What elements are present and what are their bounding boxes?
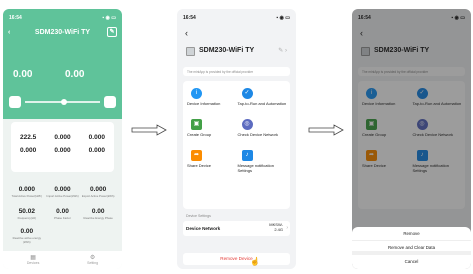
meter-icon xyxy=(186,47,195,56)
measure-row-4: 50.02 Frequency(Hz) 0.00 Phase Factor 0.00… xyxy=(9,208,116,220)
function-grid: i Device Information ✓ Tap-to-Run and Auto… xyxy=(183,81,290,209)
power-slider[interactable] xyxy=(9,95,116,109)
frequency-value: 50.02 xyxy=(18,208,35,215)
measurement-card: 222.5 0.000 0.000 0.000 0.000 0.000 xyxy=(11,122,114,172)
action-sheet: Remove Remove and Clear Data Cancel xyxy=(352,227,471,269)
device-settings-heading: Device Settings xyxy=(186,214,211,218)
panel-title: SDM230-WiFi TY xyxy=(34,29,91,36)
pointer-hand-icon: ☝ xyxy=(250,257,260,266)
check-icon: ✓ xyxy=(241,88,253,99)
phase-factor-value: 0.00 xyxy=(56,208,69,215)
reactive-power-value: 0.000 xyxy=(20,147,37,154)
status-bar: 16:54 ▪ ◉ ▭ xyxy=(9,15,116,22)
edit-name-icon[interactable]: ✎ › xyxy=(278,47,287,54)
cancel-option[interactable]: Cancel xyxy=(352,255,471,269)
check-network-button[interactable]: ◎ Check Device Network xyxy=(237,114,288,145)
arrow-right-icon xyxy=(308,124,344,136)
gear-icon: ⚙ xyxy=(89,255,96,261)
measure-row-2: 0.000 0.000 0.000 xyxy=(11,147,114,154)
notification-settings-button[interactable]: ♪ Message notification Settings xyxy=(237,145,288,176)
status-icons: ▪ ◉ ▭ xyxy=(102,15,116,21)
arrow-right-icon xyxy=(131,124,167,136)
export-active-label: Export Active Power(kWh) xyxy=(81,194,115,198)
voltage-value: 222.5 xyxy=(20,134,37,141)
apparent-power-value: 0.000 xyxy=(54,147,71,154)
total-active-value: 0.000 xyxy=(18,186,35,193)
measure-row-1: 222.5 0.000 0.000 xyxy=(11,134,114,141)
reactive-active-energy-label: Reactive active energy (kWh) xyxy=(12,236,41,244)
phone-screen-device-panel: 16:54 ▪ ◉ ▭ ‹ SDM230-WiFi TY ✎ 0.00 0.00… xyxy=(3,9,122,269)
power-factor-value: 0.000 xyxy=(88,147,105,154)
import-active-value: 0.000 xyxy=(54,186,71,193)
device-network-label: Device Network xyxy=(186,226,221,231)
top-value-left: 0.00 xyxy=(13,69,33,80)
create-group-button[interactable]: ▣ Create Group xyxy=(186,114,237,145)
phase-factor-label: Phase Factor xyxy=(54,216,71,220)
chevron-right-icon: › xyxy=(286,225,288,231)
import-active-label: Import Active Power(kWh) xyxy=(46,194,79,198)
phone-screen-remove-sheet: 16:54 ▪ ◉ ▭ ‹ SDM230-WiFi TY The miniApp… xyxy=(352,9,471,269)
reactive-energy-value: 0.00 xyxy=(91,208,105,215)
network-icon: ◎ xyxy=(241,119,253,130)
info-icon: i xyxy=(191,88,202,99)
remove-option[interactable]: Remove xyxy=(352,227,471,241)
reactive-energy-label: Reactive Energy Phase xyxy=(83,216,113,220)
current-value: 0.000 xyxy=(54,134,71,141)
share-icon: ➦ xyxy=(191,150,202,161)
tap-to-run-button[interactable]: ✓ Tap-to-Run and Automation xyxy=(237,83,288,114)
bottom-nav: ▦ Devices ⚙ Setting xyxy=(3,251,122,269)
back-icon[interactable]: ‹ xyxy=(185,28,188,38)
share-device-button[interactable]: ➦ Share Device xyxy=(186,145,237,176)
frequency-label: Frequency(Hz) xyxy=(17,216,37,220)
measure-row-5: 0.00 Reactive active energy (kWh) xyxy=(9,228,116,244)
status-time: 16:54 xyxy=(183,15,196,21)
device-network-row[interactable]: Device Network MKSW-2.4G › xyxy=(183,221,290,236)
status-bar: 16:54 ▪ ◉ ▭ xyxy=(183,15,290,22)
device-network-value: MKSW-2.4G xyxy=(269,222,283,232)
measure-row-3: 0.000 Total Active Power(kWh) 0.000 Import… xyxy=(9,186,116,198)
remove-device-button[interactable]: Remove Device ☝ xyxy=(183,253,290,266)
left-device-icon xyxy=(9,96,21,108)
reactive-active-energy-value: 0.00 xyxy=(20,228,34,235)
device-information-button[interactable]: i Device Information xyxy=(186,83,237,114)
nav-setting[interactable]: ⚙ Setting xyxy=(87,254,98,269)
status-icons: ▪ ◉ ▭ xyxy=(276,15,290,21)
remove-and-clear-data-option[interactable]: Remove and Clear Data xyxy=(352,241,471,255)
group-icon: ▣ xyxy=(191,119,202,130)
provider-notice: The miniApp is provided by the official … xyxy=(183,67,290,76)
bell-icon: ♪ xyxy=(241,150,253,161)
edit-icon[interactable]: ✎ xyxy=(107,27,117,37)
device-name: SDM230-WiFi TY xyxy=(199,47,255,54)
total-active-label: Total Active Power(kWh) xyxy=(11,194,42,198)
slider-thumb[interactable] xyxy=(61,99,67,105)
top-value-right: 0.00 xyxy=(65,69,85,80)
home-icon xyxy=(104,96,116,108)
export-active-value: 0.000 xyxy=(90,186,107,193)
active-power-value: 0.000 xyxy=(88,134,105,141)
grid-icon: ▦ xyxy=(30,255,36,261)
status-time: 16:54 xyxy=(9,15,22,21)
phone-screen-device-settings: 16:54 ▪ ◉ ▭ ‹ SDM230-WiFi TY ✎ › The min… xyxy=(177,9,296,269)
nav-devices[interactable]: ▦ Devices xyxy=(27,254,39,269)
